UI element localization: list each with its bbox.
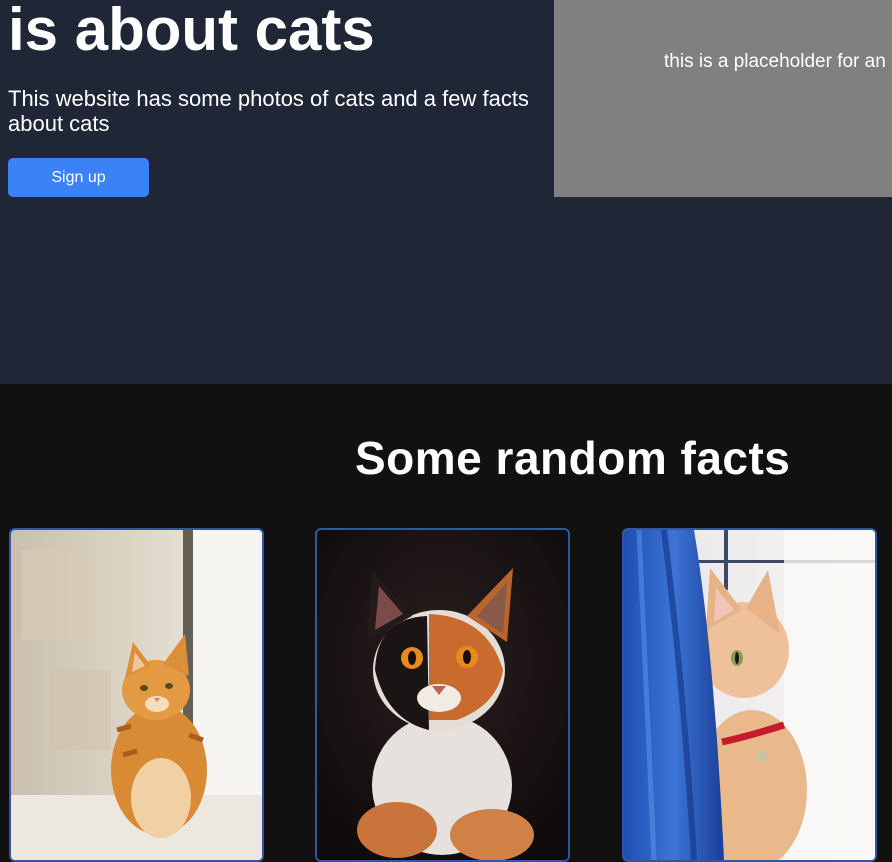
hero-description: This website has some photos of cats and…	[8, 86, 529, 136]
cream-cat-behind-blue-curtain-photo	[624, 530, 875, 860]
orange-tabby-cat-photo	[11, 530, 262, 860]
signup-button[interactable]: Sign up	[8, 158, 149, 197]
fact-card[interactable]	[622, 528, 877, 862]
calico-cat-photo	[317, 530, 568, 860]
facts-heading: Some random facts	[355, 432, 791, 484]
hero-title: is about cats	[8, 0, 375, 63]
hero-image-placeholder: this is a placeholder for an	[554, 0, 892, 197]
hero-section: is about cats This website has some phot…	[0, 0, 892, 384]
fact-card[interactable]	[315, 528, 570, 862]
placeholder-text: this is a placeholder for an	[664, 51, 886, 72]
fact-card[interactable]	[9, 528, 264, 862]
